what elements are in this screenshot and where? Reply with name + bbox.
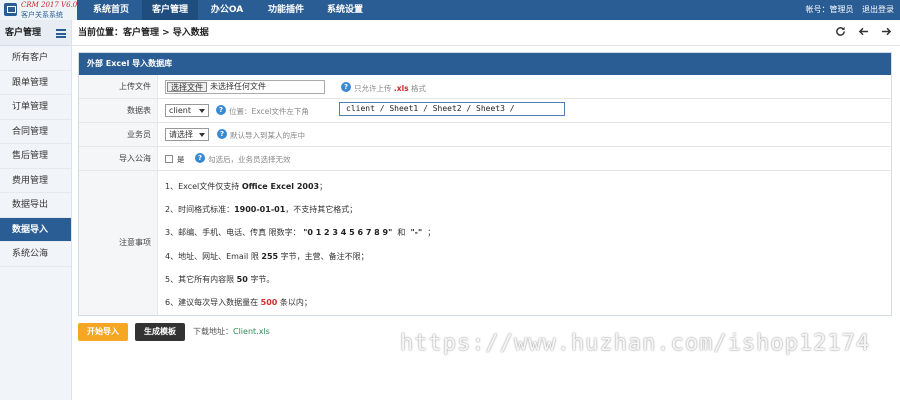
user-area: 帐号：管理员 退出登录 [799,0,894,20]
refresh-icon[interactable] [835,26,846,37]
note-2: 2、时间格式标准：1900-01-01，不支持其它格式； [165,205,358,214]
sidebar-item-contracts[interactable]: 合同管理 [0,120,71,144]
sidebar-item-export[interactable]: 数据导出 [0,193,71,218]
sidebar-item-orders[interactable]: 订单管理 [0,95,71,120]
tab-settings[interactable]: 系统设置 [316,0,374,20]
sidebar-item-follow-up[interactable]: 跟单管理 [0,71,71,95]
public-row: 导入公海 是 ? 勾选后，业务员选择无效 [79,147,891,171]
staff-select[interactable]: 请选择 [165,128,209,141]
note-3: 3、邮编、手机、电话、传真 限数字： "0 1 2 3 4 5 6 7 8 9"… [165,228,436,237]
sheet-names-box: client / Sheet1 / Sheet2 / Sheet3 / [339,102,565,116]
choose-file-button[interactable]: 选择文件 [167,82,207,92]
staff-label: 业务员 [79,123,158,146]
tab-office-oa[interactable]: 办公OA [198,0,256,20]
file-input[interactable]: 选择文件 未选择任何文件 [165,80,325,94]
account-label: 帐号：管理员 [805,5,854,14]
logout-link[interactable]: 退出登录 [862,5,894,14]
generate-template-button[interactable]: 生成模板 [135,323,185,341]
sheet-row: 数据表 client ? 位置：Excel文件左下角 client / Shee… [79,99,891,123]
notes-row: 注意事项 1、Excel文件仅支持 Office Excel 2003； 2、时… [79,171,891,315]
upload-row: 上传文件 选择文件 未选择任何文件 ? 只允许上传 .xls 格式 [79,75,891,99]
tab-customers[interactable]: 客户管理 [142,0,198,20]
public-checkbox[interactable] [165,155,173,163]
sidebar-item-after-sales[interactable]: 售后管理 [0,144,71,169]
breadcrumb-bar: 当前位置：客户管理 > 导入数据 [72,20,900,46]
public-option: 是 [177,155,185,164]
back-arrow-icon[interactable] [858,26,869,37]
app-name: 客户关系系统 [21,11,63,19]
staff-row: 业务员 请选择 ? 默认导入到某人的库中 [79,123,891,147]
help-icon: ? [217,129,227,139]
chevron-down-icon [199,109,205,113]
page-tools [835,26,892,37]
note-1: 1、Excel文件仅支持 Office Excel 2003； [165,182,328,191]
app-logo: CRM 2017 V6.0 客户关系系统 [0,0,78,20]
menu-list-icon[interactable] [56,29,66,38]
download-info: 下载地址：Client.xls [193,323,270,341]
sidebar-item-public-pool[interactable]: 系统公海 [0,242,71,267]
breadcrumb: 当前位置：客户管理 > 导入数据 [78,28,209,38]
chevron-down-icon [199,133,205,137]
help-icon: ? [195,153,205,163]
watermark: https://www.huzhan.com/ishop12174 [400,331,871,356]
sidebar-title: 客户管理 [5,28,42,38]
public-label: 导入公海 [79,147,158,170]
upload-hint: 只允许上传 .xls 格式 [354,84,427,93]
sheet-hint: 位置：Excel文件左下角 [229,107,309,116]
download-link[interactable]: Client.xls [233,327,270,336]
public-hint: 勾选后，业务员选择无效 [208,155,291,164]
start-import-button[interactable]: 开始导入 [78,323,128,341]
sidebar: 客户管理 所有客户 跟单管理 订单管理 合同管理 售后管理 费用管理 数据导出 … [0,20,72,400]
crm-logo-icon [4,3,17,16]
app-version: CRM 2017 V6.0 [21,1,78,9]
staff-hint: 默认导入到某人的库中 [230,131,305,140]
note-5: 5、其它所有内容限 50 字节。 [165,275,275,284]
notes-label: 注意事项 [79,171,158,315]
panel-title: 外部 Excel 导入数据库 [79,53,891,75]
sidebar-header: 客户管理 [0,20,71,46]
forward-arrow-icon[interactable] [881,26,892,37]
tab-home[interactable]: 系统首页 [80,0,142,20]
note-4: 4、地址、网址、Email 限 255 字节，主营、备注不限； [165,252,369,261]
import-panel: 外部 Excel 导入数据库 上传文件 选择文件 未选择任何文件 ? 只允许上传… [78,52,892,316]
sidebar-item-all-customers[interactable]: 所有客户 [0,46,71,71]
top-nav-bar: CRM 2017 V6.0 客户关系系统 系统首页 客户管理 办公OA 功能插件… [0,0,900,20]
download-label: 下载地址： [193,327,233,336]
sheet-select[interactable]: client [165,104,209,117]
sidebar-item-expenses[interactable]: 费用管理 [0,169,71,193]
sheet-label: 数据表 [79,99,158,122]
sidebar-item-import[interactable]: 数据导入 [0,217,71,242]
tab-plugins[interactable]: 功能插件 [256,0,316,20]
help-icon: ? [341,82,351,92]
help-icon: ? [216,105,226,115]
upload-label: 上传文件 [79,75,158,98]
note-6: 6、建议每次导入数据量在 500 条以内； [165,298,312,307]
file-status: 未选择任何文件 [210,82,266,91]
